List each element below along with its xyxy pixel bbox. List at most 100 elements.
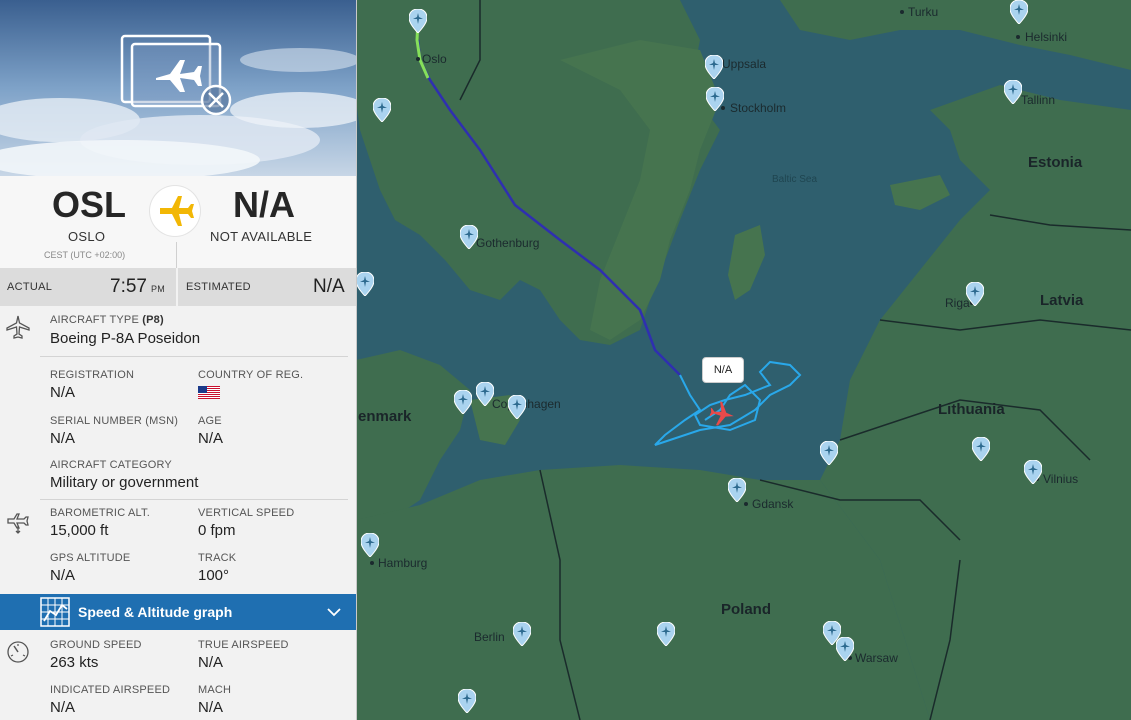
airport-pin-icon[interactable]	[361, 533, 379, 557]
us-flag-icon	[198, 386, 220, 399]
vertical-speed-label: VERTICAL SPEED	[198, 507, 295, 519]
registration-label: REGISTRATION	[50, 369, 135, 381]
gps-alt-label: GPS ALTITUDE	[50, 552, 131, 564]
route-divider	[176, 242, 177, 268]
airport-pin-icon[interactable]	[1010, 0, 1028, 24]
msn-label: SERIAL NUMBER (MSN)	[50, 415, 179, 427]
airport-pin-icon[interactable]	[728, 478, 746, 502]
country-poland: Poland	[721, 601, 772, 618]
times-divider	[176, 268, 178, 306]
flight-callsign-label[interactable]: N/A	[702, 357, 744, 383]
aircraft-type-code: (P8)	[142, 314, 164, 326]
divider	[40, 356, 348, 357]
city-hamburg: Hamburg	[378, 556, 428, 570]
age-label: AGE	[198, 415, 222, 427]
category-label: AIRCRAFT CATEGORY	[50, 459, 172, 471]
airport-pin-icon[interactable]	[836, 637, 854, 661]
estimated-time-label: ESTIMATED	[186, 281, 251, 293]
airport-pin-icon[interactable]	[513, 622, 531, 646]
true-airspeed-label: TRUE AIRSPEED	[198, 639, 289, 651]
airport-pin-icon[interactable]	[820, 441, 838, 465]
city-helsinki: Helsinki	[1025, 30, 1068, 44]
airport-pin-icon[interactable]	[458, 689, 476, 713]
track-value: 100°	[198, 567, 230, 584]
city-gothenburg: Gothenburg	[476, 236, 540, 250]
city-stockholm: Stockholm	[730, 101, 787, 115]
ground-speed-value: 263 kts	[50, 654, 99, 671]
mach-value: N/A	[198, 699, 224, 716]
altitude-icon	[7, 513, 29, 534]
city-dot-helsinki	[1016, 35, 1020, 39]
baro-alt-value: 15,000 ft	[50, 522, 109, 539]
city-dot-gdansk	[744, 502, 748, 506]
vertical-speed-value: 0 fpm	[198, 522, 236, 539]
airport-pin-icon[interactable]	[454, 390, 472, 414]
estimated-time-value: N/A	[313, 276, 345, 297]
baro-alt-label: BAROMETRIC ALT.	[50, 507, 150, 519]
airport-pin-icon[interactable]	[706, 87, 724, 111]
true-airspeed-value: N/A	[198, 654, 224, 671]
speedometer-icon	[7, 641, 29, 663]
city-oslo: Oslo	[422, 52, 447, 66]
graph-grid-icon	[40, 597, 70, 627]
actual-time-value: 7:57	[110, 276, 147, 297]
actual-time-ampm: PM	[151, 284, 166, 294]
origin-timezone: CEST (UTC +02:00)	[44, 250, 126, 260]
airport-pin-icon[interactable]	[409, 9, 427, 33]
indicated-airspeed-label: INDICATED AIRSPEED	[50, 684, 171, 696]
chevron-down-icon[interactable]	[326, 606, 342, 618]
track-label: TRACK	[198, 552, 237, 564]
origin-airport-code[interactable]: OSL	[52, 184, 126, 226]
airport-pin-icon[interactable]	[1004, 80, 1022, 104]
airport-pin-icon[interactable]	[657, 622, 675, 646]
country-lithuania: Lithuania	[938, 401, 1005, 418]
direction-indicator	[150, 186, 200, 236]
country-denmark: enmark	[358, 408, 412, 425]
airport-pin-icon[interactable]	[508, 395, 526, 419]
times-row: ACTUAL 7:57 PM ESTIMATED N/A	[0, 268, 356, 306]
route-section: OSL OSLO CEST (UTC +02:00) N/A NOT AVAIL…	[0, 176, 356, 268]
aircraft-photo-placeholder	[0, 0, 356, 176]
registration-value: N/A	[50, 384, 76, 401]
indicated-airspeed-value: N/A	[50, 699, 76, 716]
gps-alt-value: N/A	[50, 567, 76, 584]
speed-info: GROUND SPEED 263 kts TRUE AIRSPEED N/A I…	[0, 630, 356, 720]
city-tallinn: Tallinn	[1021, 93, 1056, 107]
destination-airport-code[interactable]: N/A	[233, 184, 295, 226]
city-dot-hamburg	[370, 561, 374, 565]
aircraft-type-label: AIRCRAFT TYPE (P8)	[50, 314, 164, 326]
city-dot-oslo	[416, 57, 420, 61]
no-photo-icon	[120, 34, 232, 116]
flight-details-panel: OSL OSLO CEST (UTC +02:00) N/A NOT AVAIL…	[0, 0, 357, 720]
city-gdansk: Gdansk	[752, 497, 794, 511]
airplane-icon	[160, 196, 194, 226]
origin-airport-name[interactable]: OSLO	[68, 229, 105, 244]
airport-pin-icon[interactable]	[1024, 460, 1042, 484]
graph-bar-label: Speed & Altitude graph	[78, 604, 233, 620]
destination-airport-name: NOT AVAILABLE	[210, 229, 313, 244]
airport-pin-icon[interactable]	[705, 55, 723, 79]
aircraft-type-label-text: AIRCRAFT TYPE	[50, 314, 139, 326]
ground-speed-label: GROUND SPEED	[50, 639, 142, 651]
country-label: COUNTRY OF REG.	[198, 369, 304, 381]
airport-pin-icon[interactable]	[966, 282, 984, 306]
city-vilnius: Vilnius	[1043, 472, 1079, 486]
airport-pin-icon[interactable]	[476, 382, 494, 406]
airport-pin-icon[interactable]	[460, 225, 478, 249]
speed-altitude-graph-toggle[interactable]: Speed & Altitude graph	[0, 594, 356, 630]
mach-label: MACH	[198, 684, 232, 696]
category-value: Military or government	[50, 474, 199, 491]
aircraft-icon	[6, 315, 30, 339]
airport-pin-icon[interactable]	[373, 98, 391, 122]
city-copenhagen: Copenhagen	[492, 397, 561, 411]
actual-time-label: ACTUAL	[7, 281, 53, 293]
country-latvia: Latvia	[1040, 292, 1084, 309]
city-turku: Turku	[908, 5, 939, 19]
city-warsaw: Warsaw	[855, 651, 898, 665]
aircraft-type-value: Boeing P-8A Poseidon	[50, 330, 201, 347]
city-uppsala: Uppsala	[722, 57, 767, 71]
country-estonia: Estonia	[1028, 154, 1083, 171]
airport-pin-icon[interactable]	[356, 272, 374, 296]
airport-pin-icon[interactable]	[972, 437, 990, 461]
sea-label: Baltic Sea	[772, 174, 818, 185]
